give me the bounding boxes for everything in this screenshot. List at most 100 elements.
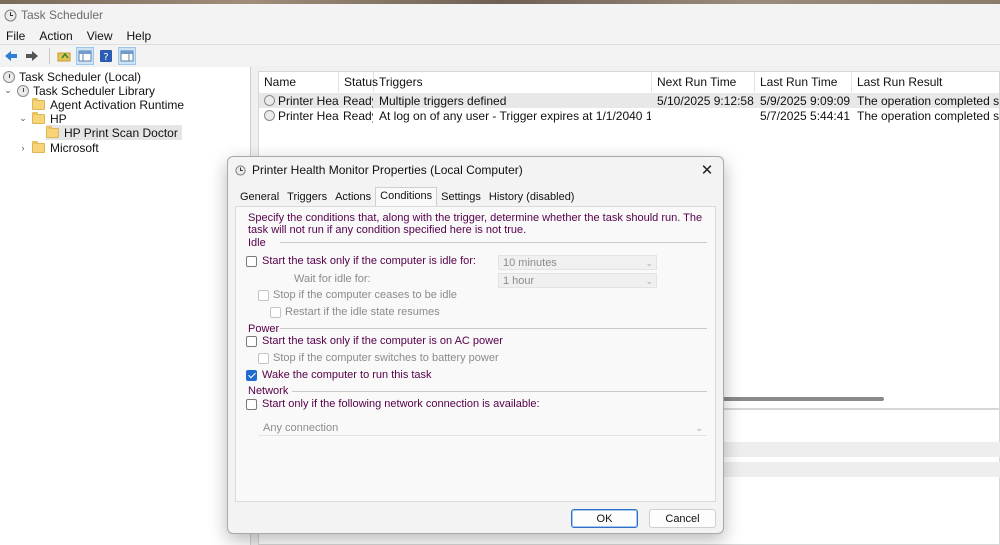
folder-icon bbox=[32, 140, 45, 153]
column-header-last-run[interactable]: Last Run Time bbox=[755, 72, 852, 92]
conditions-description: Specify the conditions that, along with … bbox=[248, 212, 703, 236]
chevron-down-icon[interactable]: ⌄ bbox=[3, 85, 13, 96]
network-section-header: Network bbox=[248, 385, 289, 397]
restart-if-idle-label: Restart if the idle state resumes bbox=[285, 306, 440, 318]
tab-general[interactable]: General bbox=[236, 189, 283, 206]
power-divider bbox=[280, 328, 707, 329]
cell-next-run: 5/10/2025 9:12:58 AM bbox=[657, 93, 755, 108]
cell-last-run: 5/7/2025 5:44:41 PM bbox=[760, 108, 852, 123]
cell-name: Printer Healt... bbox=[264, 108, 339, 123]
task-scheduler-icon bbox=[4, 9, 17, 21]
tree-root[interactable]: Task Scheduler (Local) bbox=[3, 69, 141, 84]
tree-library-label: Task Scheduler Library bbox=[33, 83, 156, 98]
toolbar: ? bbox=[0, 44, 1000, 66]
close-icon[interactable]: ✕ bbox=[698, 161, 716, 179]
tab-history[interactable]: History (disabled) bbox=[485, 189, 579, 206]
cell-last-result: The operation completed successfull bbox=[857, 108, 1000, 123]
up-folder-icon[interactable] bbox=[55, 47, 73, 65]
tree-library[interactable]: ⌄ Task Scheduler Library bbox=[3, 83, 155, 98]
chevron-down-icon[interactable]: ⌄ bbox=[18, 113, 28, 124]
stop-if-not-idle-label: Stop if the computer ceases to be idle bbox=[273, 289, 458, 301]
column-header-status[interactable]: Status bbox=[339, 72, 378, 92]
tree-root-label: Task Scheduler (Local) bbox=[19, 69, 142, 84]
wake-to-run-checkbox[interactable] bbox=[246, 370, 257, 381]
cell-name-text: Printer Healt... bbox=[278, 108, 339, 123]
power-section-header: Power bbox=[248, 323, 280, 335]
network-connection-value: Any connection bbox=[263, 421, 339, 434]
library-icon bbox=[17, 84, 29, 97]
idle-for-value: 10 minutes bbox=[503, 256, 557, 269]
task-icon bbox=[264, 95, 275, 106]
tree-item-hp-print-scan-doctor[interactable]: HP Print Scan Doctor bbox=[46, 125, 182, 140]
restart-if-idle-checkbox[interactable] bbox=[270, 307, 281, 318]
idle-for-select[interactable]: 10 minutes ⌄ bbox=[498, 255, 657, 270]
forward-arrow-icon[interactable] bbox=[23, 47, 41, 65]
folder-icon bbox=[46, 125, 59, 138]
tree-item-label: HP bbox=[50, 111, 67, 126]
navigation-tree: Task Scheduler (Local) ⌄ Task Scheduler … bbox=[0, 67, 251, 545]
help-icon[interactable]: ? bbox=[97, 47, 115, 65]
properties-pane-icon[interactable] bbox=[118, 46, 136, 65]
menu-bar: File Action View Help bbox=[0, 27, 1000, 44]
table-row[interactable]: Printer Healt... Ready Multiple triggers… bbox=[259, 93, 1000, 108]
toolbar-separator bbox=[49, 47, 50, 64]
cell-status: Ready bbox=[343, 93, 373, 108]
tree-item-label: Agent Activation Runtime bbox=[50, 97, 185, 112]
wait-for-idle-value: 1 hour bbox=[503, 274, 535, 287]
back-arrow-icon[interactable] bbox=[2, 47, 20, 65]
tab-settings[interactable]: Settings bbox=[437, 189, 485, 206]
column-header-last-result[interactable]: Last Run Result bbox=[852, 72, 999, 92]
tree-item-label: Microsoft bbox=[50, 140, 99, 155]
cell-next-run bbox=[657, 108, 755, 123]
menu-action[interactable]: Action bbox=[33, 29, 80, 43]
svg-text:?: ? bbox=[103, 52, 108, 63]
stop-if-not-idle-checkbox[interactable] bbox=[258, 290, 269, 301]
tab-conditions[interactable]: Conditions bbox=[375, 187, 438, 206]
cancel-button[interactable]: Cancel bbox=[649, 509, 716, 528]
column-header-next-run[interactable]: Next Run Time bbox=[652, 72, 755, 92]
tree-item-label: HP Print Scan Doctor bbox=[64, 125, 178, 140]
cell-last-result: The operation completed successfull bbox=[857, 93, 1000, 108]
conditions-panel: Specify the conditions that, along with … bbox=[235, 206, 716, 502]
table-row[interactable]: Printer Healt... Ready At log on of any … bbox=[259, 108, 1000, 123]
network-connection-select[interactable]: Any connection ⌄ bbox=[258, 419, 707, 436]
cell-triggers: Multiple triggers defined bbox=[379, 93, 507, 108]
cell-triggers: At log on of any user - Trigger expires … bbox=[379, 108, 651, 123]
start-on-ac-checkbox[interactable] bbox=[246, 336, 257, 347]
tree-item-agent-activation-runtime[interactable]: Agent Activation Runtime bbox=[32, 97, 184, 112]
task-icon bbox=[264, 110, 275, 121]
cell-status: Ready bbox=[343, 108, 373, 123]
clock-icon bbox=[3, 70, 15, 83]
chevron-right-icon[interactable]: › bbox=[18, 143, 28, 153]
tree-item-hp[interactable]: ⌄ HP bbox=[18, 111, 67, 126]
stop-on-battery-label: Stop if the computer switches to battery… bbox=[273, 352, 499, 364]
dialog-tabs: General Triggers Actions Conditions Sett… bbox=[236, 187, 579, 206]
wait-for-idle-label: Wait for idle for: bbox=[294, 273, 371, 285]
tree-item-microsoft[interactable]: › Microsoft bbox=[18, 140, 99, 155]
start-if-idle-label: Start the task only if the computer is i… bbox=[262, 255, 476, 267]
dialog-title: Printer Health Monitor Properties (Local… bbox=[252, 163, 523, 177]
menu-file[interactable]: File bbox=[0, 29, 33, 43]
chevron-down-icon: ⌄ bbox=[695, 423, 703, 433]
chevron-down-icon: ⌄ bbox=[645, 276, 653, 286]
start-if-idle-checkbox[interactable] bbox=[246, 256, 257, 267]
menu-help[interactable]: Help bbox=[121, 29, 160, 43]
column-header-name[interactable]: Name bbox=[259, 72, 339, 92]
network-divider bbox=[292, 391, 707, 392]
ok-button[interactable]: OK bbox=[571, 509, 638, 528]
cell-name-text: Printer Healt... bbox=[278, 93, 339, 108]
window-title: Task Scheduler bbox=[21, 8, 104, 22]
show-pane-icon[interactable] bbox=[76, 46, 94, 65]
menu-view[interactable]: View bbox=[81, 29, 121, 43]
wait-for-idle-select[interactable]: 1 hour ⌄ bbox=[498, 273, 657, 288]
start-if-network-label: Start only if the following network conn… bbox=[262, 398, 540, 410]
start-if-network-checkbox[interactable] bbox=[246, 399, 257, 410]
dialog-titlebar: Printer Health Monitor Properties (Local… bbox=[228, 157, 723, 183]
chevron-down-icon: ⌄ bbox=[645, 258, 653, 268]
column-header-triggers[interactable]: Triggers bbox=[374, 72, 652, 92]
task-icon bbox=[235, 164, 246, 176]
tab-actions[interactable]: Actions bbox=[331, 189, 375, 206]
tab-triggers[interactable]: Triggers bbox=[283, 189, 331, 206]
idle-divider bbox=[280, 242, 707, 243]
stop-on-battery-checkbox[interactable] bbox=[258, 353, 269, 364]
